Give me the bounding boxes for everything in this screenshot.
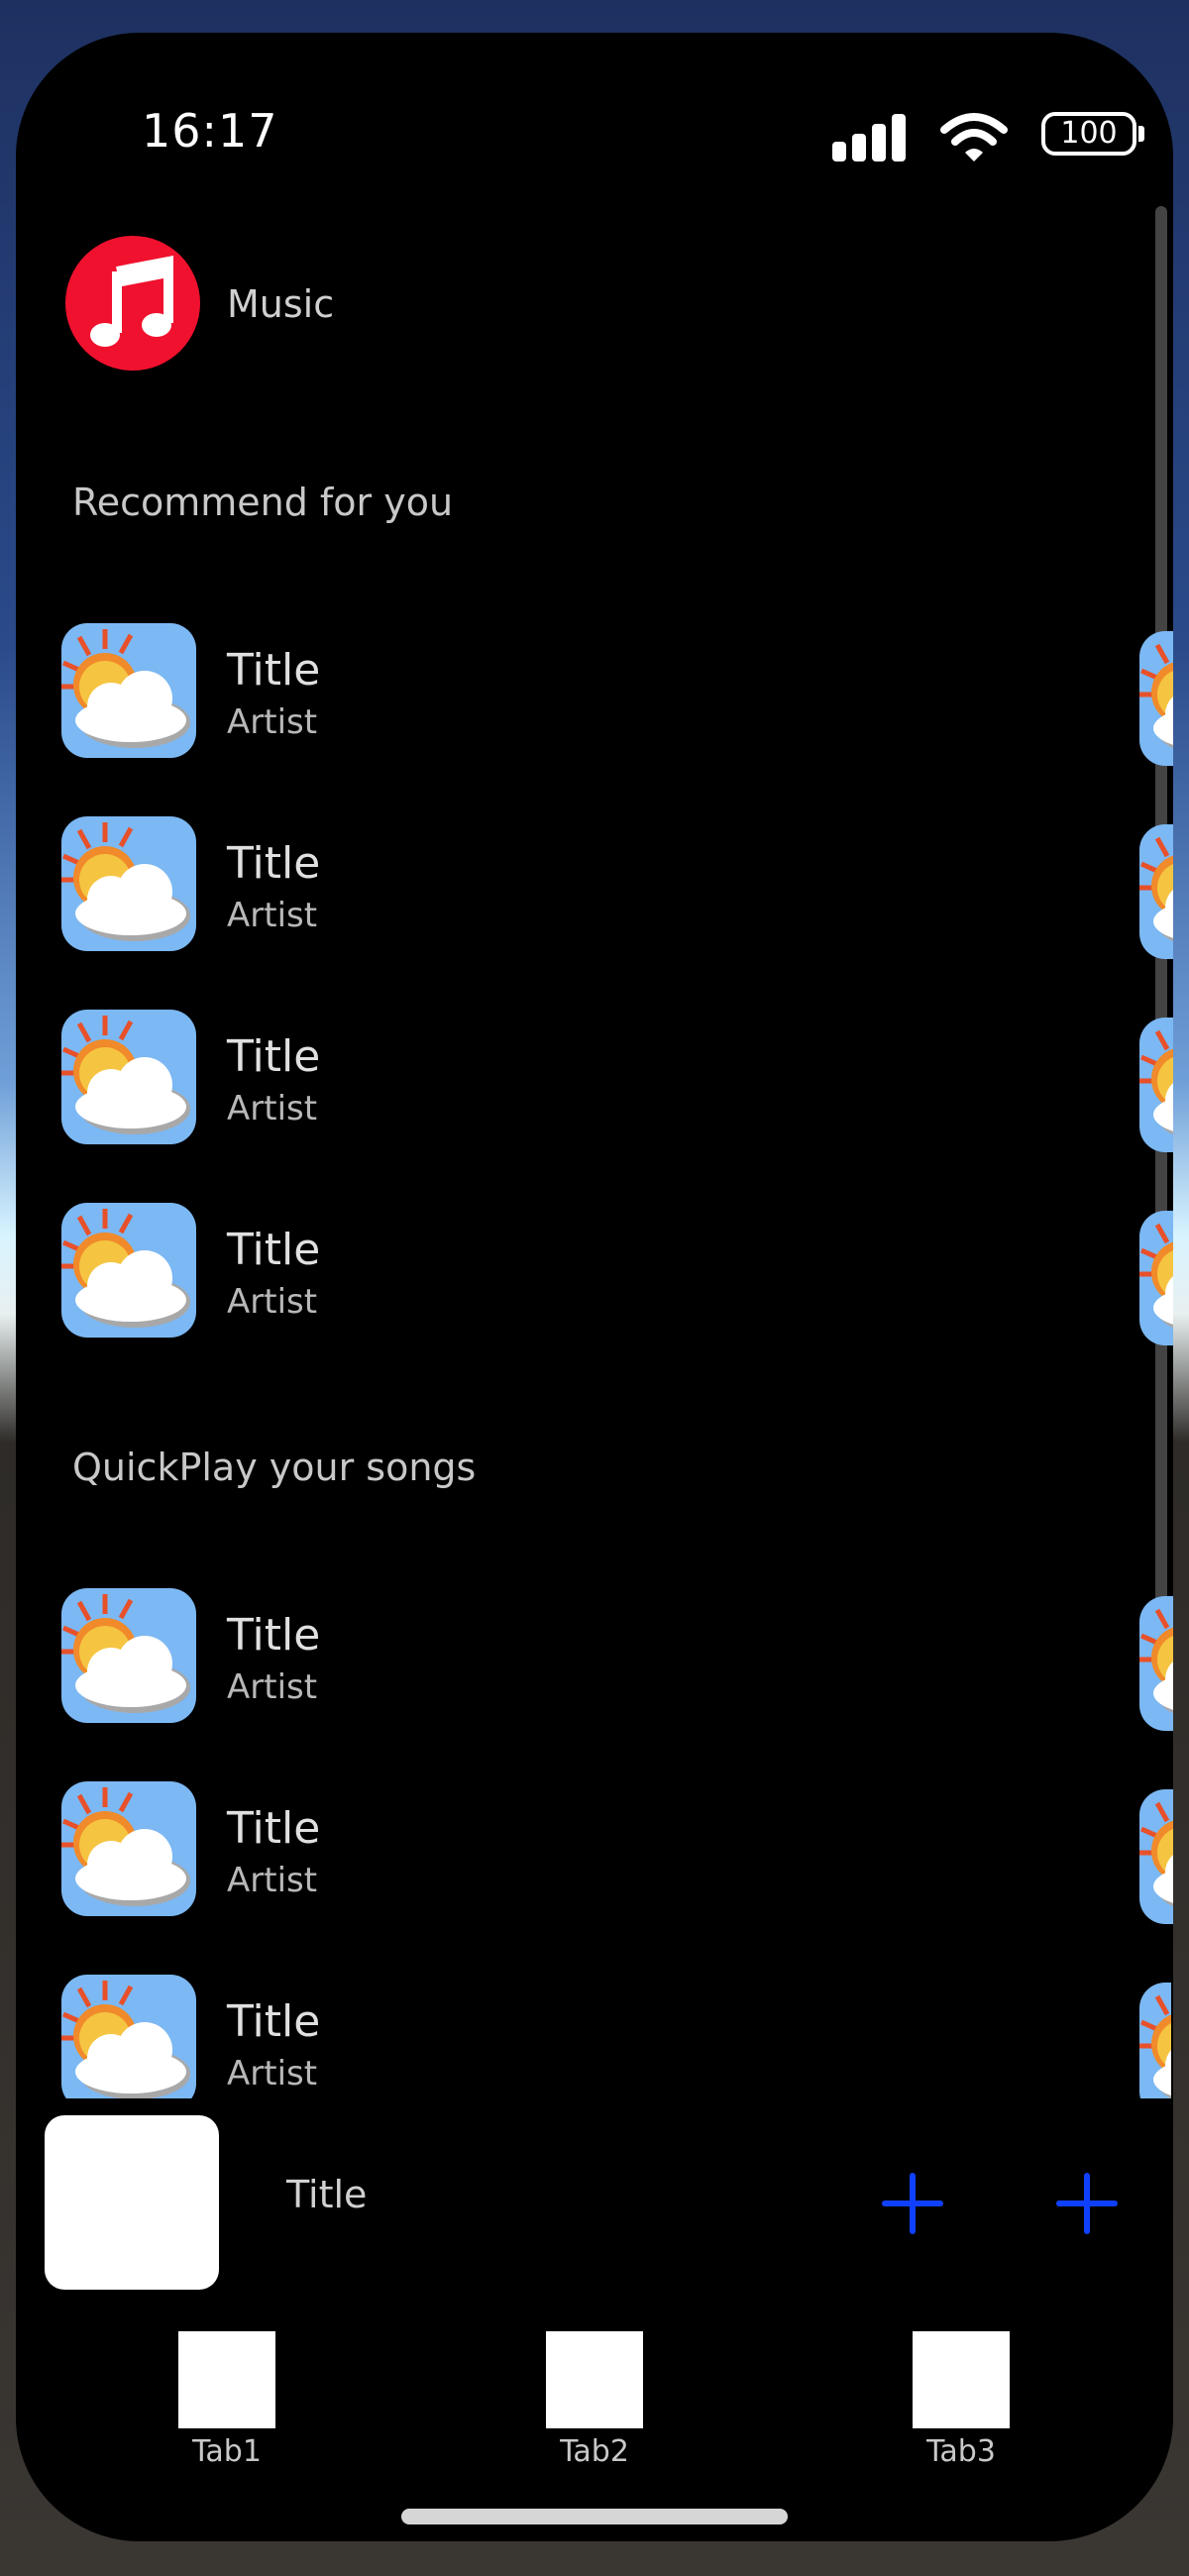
- track-artist: Artist: [227, 2054, 318, 2093]
- partly-cloudy-icon: [61, 1975, 196, 2098]
- track-artist: Artist: [227, 1089, 318, 1128]
- tab-3[interactable]: Tab3: [902, 2331, 1021, 2469]
- section-title-quickplay: QuickPlay your songs: [72, 1446, 477, 1489]
- track-title: Title: [227, 645, 321, 696]
- quickplay-track-row[interactable]: Title Artist: [61, 1781, 1173, 1924]
- tab-1-label: Tab1: [192, 2434, 262, 2469]
- next-page-artwork[interactable]: [1139, 1211, 1173, 1345]
- recommended-track-row[interactable]: Title Artist: [61, 623, 1173, 766]
- track-title: Title: [227, 838, 321, 889]
- home-indicator[interactable]: [401, 2509, 788, 2524]
- add-button[interactable]: [882, 2173, 943, 2234]
- tab-2-icon: [546, 2331, 643, 2428]
- track-artist: Artist: [227, 702, 318, 742]
- track-artist: Artist: [227, 896, 318, 935]
- next-page-artwork[interactable]: [1139, 1596, 1173, 1731]
- battery-icon: 100: [1041, 112, 1136, 156]
- partly-cloudy-icon: [61, 1588, 196, 1723]
- track-title: Title: [227, 1610, 321, 1661]
- track-title: Title: [227, 1803, 321, 1854]
- status-time: 16:17: [142, 104, 278, 158]
- music-note-icon: [65, 236, 200, 371]
- partly-cloudy-icon: [61, 1781, 196, 1916]
- track-artist: Artist: [227, 1861, 318, 1900]
- partly-cloudy-icon: [61, 1203, 196, 1338]
- track-artist: Artist: [227, 1282, 318, 1322]
- track-title: Title: [227, 1996, 321, 2047]
- signal-icon: [832, 114, 906, 161]
- next-page-artwork[interactable]: [1139, 824, 1173, 959]
- tab-3-label: Tab3: [926, 2434, 996, 2469]
- next-page-artwork[interactable]: [1139, 1018, 1173, 1152]
- mini-player-artwork[interactable]: [45, 2115, 219, 2290]
- app-name: Music: [227, 282, 335, 326]
- recommended-track-row[interactable]: Title Artist: [61, 816, 1173, 959]
- next-page-artwork[interactable]: [1139, 1983, 1171, 2098]
- mini-player[interactable]: Title: [16, 2074, 1173, 2321]
- recommended-track-row[interactable]: Title Artist: [61, 1203, 1173, 1345]
- partly-cloudy-icon: [61, 623, 196, 758]
- add-button-secondary[interactable]: [1056, 2173, 1118, 2234]
- quickplay-track-row[interactable]: Title Artist: [61, 1975, 1171, 2098]
- next-page-artwork[interactable]: [1139, 1789, 1173, 1924]
- tab-2[interactable]: Tab2: [535, 2331, 654, 2469]
- track-title: Title: [227, 1225, 321, 1275]
- tab-2-label: Tab2: [560, 2434, 629, 2469]
- battery-tip: [1138, 126, 1144, 142]
- phone-screen: 16:17 100 Music Recommend for you QuickP…: [16, 33, 1173, 2541]
- tab-1[interactable]: Tab1: [167, 2331, 286, 2469]
- track-title: Title: [227, 1031, 321, 1082]
- quickplay-track-row[interactable]: Title Artist: [61, 1588, 1173, 1731]
- tab-1-icon: [178, 2331, 275, 2428]
- mini-player-title: Title: [286, 2173, 368, 2216]
- wifi-icon: [940, 113, 1008, 161]
- tab-3-icon: [913, 2331, 1010, 2428]
- track-artist: Artist: [227, 1667, 318, 1707]
- recommended-track-row[interactable]: Title Artist: [61, 1010, 1173, 1152]
- partly-cloudy-icon: [61, 816, 196, 951]
- battery-level: 100: [1060, 116, 1118, 151]
- partly-cloudy-icon: [61, 1010, 196, 1144]
- next-page-artwork[interactable]: [1139, 631, 1173, 766]
- section-title-recommended: Recommend for you: [72, 481, 454, 524]
